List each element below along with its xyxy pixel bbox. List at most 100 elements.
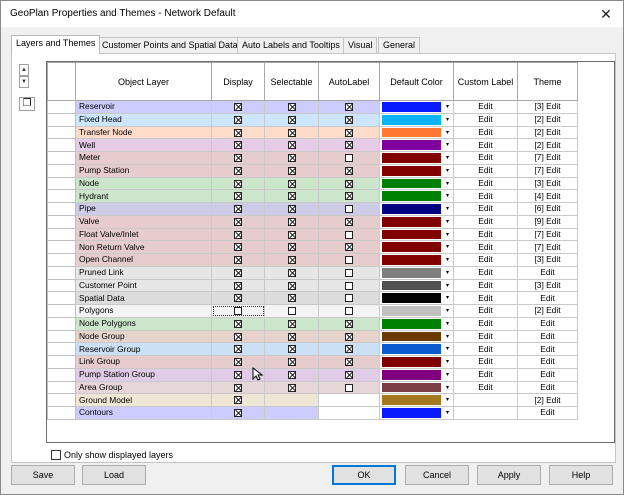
color-dropdown-icon[interactable]: ▾ xyxy=(443,344,452,354)
color-dropdown-icon[interactable]: ▾ xyxy=(443,153,452,163)
cancel-button[interactable]: Cancel xyxy=(405,465,469,485)
display-checkbox[interactable] xyxy=(234,217,242,226)
save-button[interactable]: Save xyxy=(11,465,75,485)
row-header[interactable] xyxy=(47,151,76,165)
default-color-cell[interactable]: ▾ xyxy=(379,189,454,203)
theme-edit-button[interactable]: Edit xyxy=(517,329,578,344)
custom-label-edit-button[interactable]: Edit xyxy=(453,304,518,318)
default-color-cell[interactable]: ▾ xyxy=(379,329,454,344)
autolabel-checkbox[interactable] xyxy=(345,103,353,112)
table-row[interactable]: Area Group ▾ Edit Edit xyxy=(47,380,578,395)
autolabel-checkbox[interactable] xyxy=(345,268,353,277)
theme-edit-button[interactable]: Edit xyxy=(517,380,578,395)
color-dropdown-icon[interactable]: ▾ xyxy=(443,395,452,405)
theme-edit-button[interactable]: Edit xyxy=(517,355,578,369)
selectable-checkbox[interactable] xyxy=(287,230,296,239)
only-show-displayed-layers[interactable]: Only show displayed layers xyxy=(51,450,173,460)
row-header[interactable] xyxy=(47,227,76,242)
display-checkbox[interactable] xyxy=(234,192,242,201)
default-color-cell[interactable]: ▾ xyxy=(379,278,454,293)
autolabel-checkbox[interactable] xyxy=(345,319,353,328)
selectable-checkbox[interactable] xyxy=(287,179,296,188)
load-button[interactable]: Load xyxy=(82,465,146,485)
display-checkbox[interactable] xyxy=(234,345,242,354)
table-row[interactable]: Pipe ▾ Edit [6] Edit xyxy=(47,202,578,216)
column-header-theme[interactable]: Theme xyxy=(517,62,578,101)
autolabel-checkbox[interactable] xyxy=(345,256,353,265)
default-color-cell[interactable]: ▾ xyxy=(379,291,454,305)
default-color-cell[interactable]: ▾ xyxy=(379,163,454,178)
theme-edit-button[interactable]: Edit xyxy=(517,316,578,331)
color-dropdown-icon[interactable]: ▾ xyxy=(443,331,452,342)
display-checkbox[interactable] xyxy=(234,243,242,252)
selectable-checkbox[interactable] xyxy=(287,281,296,290)
table-row[interactable]: Pump Station ▾ Edit [7] Edit xyxy=(47,163,578,178)
table-row[interactable]: Valve ▾ Edit [9] Edit xyxy=(47,214,578,229)
custom-label-edit-button[interactable]: Edit xyxy=(453,163,518,178)
table-row[interactable]: Contours ▾ Edit xyxy=(47,406,578,420)
selectable-checkbox[interactable] xyxy=(287,268,296,277)
autolabel-checkbox[interactable] xyxy=(345,332,353,341)
selectable-checkbox[interactable] xyxy=(287,307,296,316)
color-dropdown-icon[interactable]: ▾ xyxy=(443,408,452,418)
row-header[interactable] xyxy=(47,214,76,229)
color-dropdown-icon[interactable]: ▾ xyxy=(443,229,452,240)
custom-label-edit-button[interactable]: Edit xyxy=(453,291,518,305)
row-header[interactable] xyxy=(47,342,76,356)
color-dropdown-icon[interactable]: ▾ xyxy=(443,306,452,316)
color-dropdown-icon[interactable]: ▾ xyxy=(443,382,452,393)
theme-edit-button[interactable]: Edit xyxy=(517,406,578,420)
autolabel-checkbox[interactable] xyxy=(345,230,353,239)
color-dropdown-icon[interactable]: ▾ xyxy=(443,280,452,291)
theme-edit-button[interactable]: Edit xyxy=(517,265,578,280)
apply-button[interactable]: Apply xyxy=(477,465,541,485)
selectable-checkbox[interactable] xyxy=(287,332,296,341)
default-color-cell[interactable]: ▾ xyxy=(379,316,454,331)
autolabel-checkbox[interactable] xyxy=(345,192,353,201)
tab-visual[interactable]: Visual xyxy=(343,37,378,53)
default-color-cell[interactable]: ▾ xyxy=(379,265,454,280)
default-color-cell[interactable]: ▾ xyxy=(379,176,454,191)
default-color-cell[interactable]: ▾ xyxy=(379,304,454,318)
default-color-cell[interactable]: ▾ xyxy=(379,227,454,242)
row-header[interactable] xyxy=(47,291,76,305)
row-header[interactable] xyxy=(47,240,76,254)
default-color-cell[interactable]: ▾ xyxy=(379,151,454,165)
selectable-checkbox[interactable] xyxy=(287,103,296,112)
theme-edit-button[interactable]: [3] Edit xyxy=(517,253,578,267)
custom-label-edit-button[interactable]: Edit xyxy=(453,329,518,344)
color-dropdown-icon[interactable]: ▾ xyxy=(443,255,452,265)
display-checkbox[interactable] xyxy=(234,179,242,188)
autolabel-checkbox[interactable] xyxy=(345,358,353,367)
selectable-checkbox[interactable] xyxy=(287,192,296,201)
custom-label-edit-button[interactable]: Edit xyxy=(453,214,518,229)
color-dropdown-icon[interactable]: ▾ xyxy=(443,293,452,303)
custom-label-edit-button[interactable]: Edit xyxy=(453,100,518,114)
display-checkbox[interactable] xyxy=(234,166,242,175)
display-checkbox[interactable] xyxy=(234,230,242,239)
selectable-checkbox[interactable] xyxy=(287,141,296,150)
display-checkbox[interactable] xyxy=(234,383,242,392)
column-header-object-layer[interactable]: Object Layer xyxy=(75,62,212,101)
only-show-displayed-checkbox[interactable] xyxy=(51,450,61,460)
display-checkbox[interactable] xyxy=(234,370,242,379)
row-header[interactable] xyxy=(47,253,76,267)
table-row[interactable]: Fixed Head ▾ Edit [2] Edit xyxy=(47,112,578,127)
theme-edit-button[interactable]: [6] Edit xyxy=(517,202,578,216)
custom-label-edit-button[interactable]: Edit xyxy=(453,151,518,165)
theme-edit-button[interactable]: [7] Edit xyxy=(517,227,578,242)
theme-edit-button[interactable]: [2] Edit xyxy=(517,393,578,407)
color-dropdown-icon[interactable]: ▾ xyxy=(443,216,452,227)
color-dropdown-icon[interactable]: ▾ xyxy=(443,318,452,329)
row-header[interactable] xyxy=(47,100,76,114)
theme-edit-button[interactable]: [4] Edit xyxy=(517,189,578,203)
color-dropdown-icon[interactable]: ▾ xyxy=(443,178,452,189)
selectable-checkbox[interactable] xyxy=(287,358,296,367)
column-header-display[interactable]: Display xyxy=(211,62,265,101)
autolabel-checkbox[interactable] xyxy=(345,345,353,354)
table-row[interactable]: Well ▾ Edit [2] Edit xyxy=(47,138,578,152)
theme-edit-button[interactable]: [7] Edit xyxy=(517,240,578,254)
ok-button[interactable]: OK xyxy=(332,465,396,485)
theme-edit-button[interactable]: [3] Edit xyxy=(517,176,578,191)
tab-general[interactable]: General xyxy=(378,37,421,53)
